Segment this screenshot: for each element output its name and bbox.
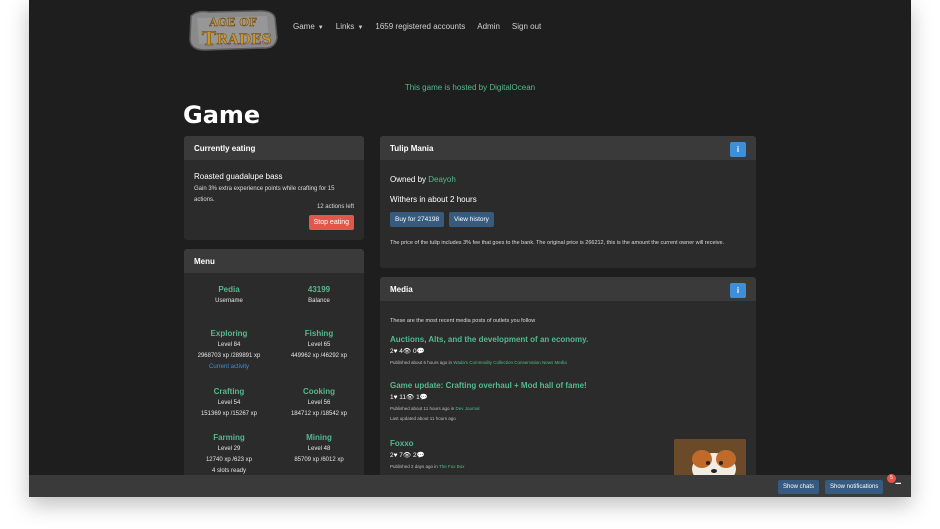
- media-post: Foxxo 2♥ 7👁 2💬 Published 2 days ago in T…: [390, 438, 670, 472]
- nav-admin[interactable]: Admin: [477, 22, 500, 31]
- panel-title: Currently eating: [184, 136, 364, 160]
- post-outlet-link[interactable]: The Fox Box: [439, 464, 465, 469]
- post-title[interactable]: Auctions, Alts, and the development of a…: [390, 334, 670, 346]
- stat-name[interactable]: Cooking: [274, 385, 364, 398]
- menu-panel: Menu Pedia Username 43199 Balance Explor…: [184, 249, 364, 479]
- show-notifications-button[interactable]: Show notifications: [825, 480, 884, 494]
- panel-title-text: Tulip Mania: [390, 144, 434, 153]
- post-outlet-link[interactable]: Wada's Commodity Collection Conservation…: [453, 360, 567, 365]
- tulip-mania-panel: Tulip Mania i Owned by Deayoh Withers in…: [380, 136, 756, 268]
- nav-links[interactable]: Links ▼: [336, 22, 364, 31]
- app-window: AGE OF T RADES Game ▼ Links ▼ 1659 registe…: [29, 0, 911, 497]
- media-panel: Media i These are the most recent media …: [380, 277, 756, 487]
- show-chats-button[interactable]: Show chats: [778, 480, 820, 494]
- post-published: Published about 11 hours ago in: [390, 406, 456, 411]
- stat-xp: 85709 xp /6012 xp: [294, 457, 344, 463]
- panel-title: Menu: [184, 249, 364, 273]
- stat-crafting: Crafting Level 54 151369 xp /15267 xp: [184, 385, 274, 420]
- food-name: Roasted guadalupe bass: [194, 172, 283, 181]
- svg-text:T: T: [202, 28, 216, 50]
- stat-mining: Mining Level 48 85709 xp /6012 xp: [274, 431, 364, 466]
- panel-title-text: Media: [390, 285, 413, 294]
- stat-line: Username: [215, 298, 243, 304]
- stat-line: Level 56: [307, 400, 331, 406]
- stat-username: Pedia Username: [184, 283, 274, 307]
- stat-name[interactable]: Mining: [274, 431, 364, 444]
- fox-thumbnail[interactable]: [674, 439, 746, 479]
- post-published: Published about 6 hours ago in: [390, 360, 454, 365]
- post-meta: Published about 6 hours ago in Wada's Co…: [390, 358, 670, 368]
- post-published: Published 2 days ago in: [390, 464, 439, 469]
- post-counts: 1♥ 11👁 1💬: [390, 394, 428, 401]
- buy-tulip-button[interactable]: Buy for 274198: [390, 212, 445, 227]
- media-post: Game update: Crafting overhaul + Mod hal…: [390, 380, 670, 424]
- hosted-by-link[interactable]: This game is hosted by DigitalOcean: [29, 83, 911, 92]
- stat-xp: 12740 xp /623 xp: [205, 457, 253, 463]
- panel-title: Tulip Mania i: [380, 136, 756, 160]
- stat-xp: 2968703 xp /289891 xp: [197, 353, 261, 359]
- post-updated: Last updated about 11 hours ago: [390, 416, 456, 421]
- post-outlet-link[interactable]: Dev Journal: [455, 406, 479, 411]
- tulip-owner: Owned by Deayoh: [390, 175, 456, 184]
- stat-line: Level 54: [217, 400, 241, 406]
- stat-xp: 151369 xp /15267 xp: [200, 411, 258, 417]
- age-of-trades-logo[interactable]: AGE OF T RADES: [187, 8, 279, 52]
- info-icon[interactable]: i: [730, 142, 746, 157]
- bottom-bar: Show chats Show notifications: [29, 475, 911, 497]
- stat-xp: 449962 xp /46292 xp: [290, 353, 348, 359]
- top-nav: Game ▼ Links ▼ 1659 registered accounts Ad…: [293, 22, 541, 31]
- stat-cooking: Cooking Level 56 184712 xp /18542 xp: [274, 385, 364, 420]
- stat-name[interactable]: Exploring: [184, 327, 274, 340]
- caret-down-icon: ▼: [317, 25, 324, 31]
- stat-name[interactable]: Farming: [184, 431, 274, 444]
- tulip-note: The price of the tulip includes 3% fee t…: [390, 240, 725, 246]
- stat-name[interactable]: Crafting: [184, 385, 274, 398]
- actions-left: 12 actions left: [316, 204, 354, 210]
- tulip-withers: Withers in about 2 hours: [390, 195, 477, 204]
- food-description: Gain 3% extra experience points while cr…: [194, 186, 335, 203]
- currently-eating-panel: Currently eating Roasted guadalupe bass …: [184, 136, 364, 240]
- stat-line: Level 84: [217, 342, 241, 348]
- current-activity-link[interactable]: Current activity: [184, 362, 274, 373]
- panel-title: Media i: [380, 277, 756, 301]
- post-meta: Published about 11 hours ago in Dev Jour…: [390, 404, 670, 414]
- post-title[interactable]: Foxxo: [390, 438, 670, 450]
- info-icon[interactable]: i: [730, 283, 746, 298]
- stat-exploring: Exploring Level 84 2968703 xp /289891 xp…: [184, 327, 274, 373]
- caret-down-icon: ▼: [357, 25, 364, 31]
- stat-line: Level 29: [217, 446, 241, 452]
- nav-registered-accounts[interactable]: 1659 registered accounts: [375, 22, 465, 31]
- owned-by-label: Owned by: [390, 175, 429, 184]
- media-intro: These are the most recent media posts of…: [390, 318, 536, 324]
- post-meta: Published 2 days ago in The Fox Box: [390, 462, 670, 472]
- stat-fishing: Fishing Level 65 449962 xp /46292 xp: [274, 327, 364, 362]
- stat-name[interactable]: Fishing: [274, 327, 364, 340]
- view-history-button[interactable]: View history: [449, 212, 494, 227]
- nav-game-label: Game: [293, 22, 315, 31]
- stat-xp: 184712 xp /18542 xp: [290, 411, 348, 417]
- nav-game[interactable]: Game ▼: [293, 22, 324, 31]
- media-post: Auctions, Alts, and the development of a…: [390, 334, 670, 368]
- minimize-icon[interactable]: −: [895, 478, 901, 490]
- stat-farming: Farming Level 29 12740 xp /623 xp 4 slot…: [184, 431, 274, 477]
- page-title: Game: [183, 101, 261, 129]
- stop-eating-button[interactable]: Stop eating: [308, 215, 354, 230]
- logo-line2: RADES: [216, 32, 271, 48]
- owner-link[interactable]: Deayoh: [428, 175, 456, 184]
- stat-line: Level 48: [307, 446, 331, 452]
- stat-name[interactable]: 43199: [274, 283, 364, 296]
- stat-line: Level 65: [307, 342, 331, 348]
- nav-sign-out[interactable]: Sign out: [512, 22, 541, 31]
- stat-line: Balance: [308, 298, 330, 304]
- post-title[interactable]: Game update: Crafting overhaul + Mod hal…: [390, 380, 670, 392]
- stat-name[interactable]: Pedia: [184, 283, 274, 296]
- post-counts: 2♥ 4👁 0💬: [390, 348, 425, 355]
- post-counts: 2♥ 7👁 2💬: [390, 452, 425, 459]
- nav-links-label: Links: [335, 22, 355, 31]
- stat-balance: 43199 Balance: [274, 283, 364, 307]
